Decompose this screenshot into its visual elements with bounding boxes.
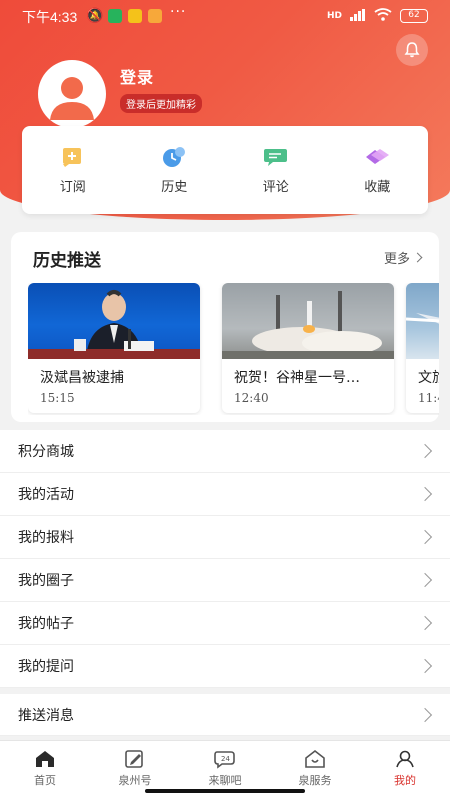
chevron-right-icon (417, 572, 433, 588)
mute-icon: 🔕 (86, 8, 104, 24)
quick-action-subscribe[interactable]: 订阅 (22, 126, 124, 214)
menu-item-my-posts[interactable]: 我的帖子 (0, 602, 450, 645)
history-item-title: 汲斌昌被逮捕 (40, 370, 124, 386)
more-link[interactable]: 更多 (383, 248, 423, 267)
chevron-right-icon (417, 443, 433, 459)
tab-label: 首页 (34, 774, 56, 787)
menu-item-label: 我的帖子 (18, 616, 74, 632)
history-item-time: 11:46 (418, 391, 439, 405)
quick-action-label: 评论 (262, 179, 289, 195)
app-notification-icon (148, 9, 162, 23)
app-notification-icon (128, 9, 142, 23)
history-item[interactable]: 祝贺！谷神星一号… 12:40 (222, 283, 394, 413)
favorite-icon (366, 148, 390, 164)
home-indicator (145, 789, 305, 793)
wifi-icon (374, 8, 392, 24)
history-item-title: 文旅 (418, 370, 439, 386)
signal-type: HD (326, 11, 342, 21)
comment-icon (263, 148, 287, 166)
menu-item-my-reports[interactable]: 我的报料 (0, 516, 450, 559)
menu-item-label: 我的提问 (18, 659, 74, 675)
chevron-right-icon (417, 529, 433, 545)
quick-action-comment[interactable]: 评论 (225, 126, 327, 214)
settings-menu-list: 积分商城 我的活动 我的报料 我的圈子 我的帖子 我的提问 推送消息 (0, 430, 450, 736)
chat-icon: 24 (214, 751, 235, 769)
history-item-title: 祝贺！谷神星一号… (234, 370, 360, 386)
airplane-photo (406, 283, 439, 359)
menu-item-my-activities[interactable]: 我的活动 (0, 473, 450, 516)
tab-profile[interactable]: 我的 (360, 741, 450, 800)
edit-icon (125, 750, 143, 768)
history-icon (163, 146, 186, 167)
more-notifications-icon: ··· (170, 4, 187, 20)
chevron-right-icon (417, 658, 433, 674)
history-item-time: 12:40 (234, 391, 269, 405)
quick-action-label: 历史 (161, 179, 188, 195)
menu-item-points-mall[interactable]: 积分商城 (0, 430, 450, 473)
history-item-time: 15:15 (40, 391, 75, 405)
chevron-right-icon (417, 486, 433, 502)
menu-item-my-questions[interactable]: 我的提问 (0, 645, 450, 688)
status-bar: 下午4:33 🔕 ··· HD 62 (0, 0, 450, 32)
notification-bell-button[interactable] (396, 34, 428, 66)
tab-home[interactable]: 首页 (0, 741, 90, 800)
signal-icon (350, 8, 366, 24)
chevron-right-icon (412, 252, 423, 263)
chevron-right-icon (417, 615, 433, 631)
battery-icon: 62 (400, 9, 428, 23)
quick-action-history[interactable]: 历史 (124, 126, 226, 214)
menu-item-push-messages[interactable]: 推送消息 (0, 688, 450, 736)
svg-text:24: 24 (221, 755, 230, 763)
tab-label: 泉州号 (118, 774, 152, 787)
menu-item-label: 积分商城 (18, 444, 74, 460)
rocket-launch-photo (222, 283, 394, 359)
status-time: 下午4:33 (22, 9, 78, 25)
tab-label: 我的 (394, 774, 416, 787)
quick-action-label: 订阅 (59, 179, 86, 195)
avatar[interactable] (38, 60, 106, 128)
menu-item-label: 我的圈子 (18, 573, 74, 589)
chevron-right-icon (417, 707, 433, 722)
history-item[interactable]: 文旅 11:46 (406, 283, 439, 413)
quick-action-label: 收藏 (364, 179, 391, 195)
login-label[interactable]: 登录 (120, 64, 154, 88)
menu-item-label: 我的活动 (18, 487, 74, 503)
tab-label: 来聊吧 (208, 774, 242, 787)
default-avatar-icon (50, 77, 94, 120)
quick-actions-card: 订阅 历史 评论 收藏 (22, 126, 428, 214)
menu-item-label: 我的报料 (18, 530, 74, 546)
app-notification-icon (108, 9, 122, 23)
home-icon (36, 751, 54, 767)
battery-level: 62 (408, 10, 420, 20)
profile-icon (396, 750, 414, 768)
press-conference-photo (28, 283, 200, 359)
bell-icon (404, 42, 420, 58)
tab-label: 泉服务 (298, 774, 332, 787)
history-push-section: 历史推送 更多 汲斌昌被逮捕 15:15 祝贺！谷神星一号… 12:40 文 1… (11, 232, 439, 422)
more-label: 更多 (383, 252, 410, 267)
menu-item-label: 推送消息 (18, 707, 74, 724)
menu-item-my-circles[interactable]: 我的圈子 (0, 559, 450, 602)
subscribe-icon (62, 147, 81, 167)
section-title: 历史推送 (33, 251, 101, 271)
history-carousel[interactable]: 汲斌昌被逮捕 15:15 祝贺！谷神星一号… 12:40 文 11: (28, 283, 439, 415)
history-item[interactable]: 汲斌昌被逮捕 15:15 (28, 283, 200, 413)
quick-action-favorite[interactable]: 收藏 (327, 126, 429, 214)
service-icon (305, 749, 325, 768)
login-hint-badge[interactable]: 登录后更加精彩 (120, 94, 202, 113)
